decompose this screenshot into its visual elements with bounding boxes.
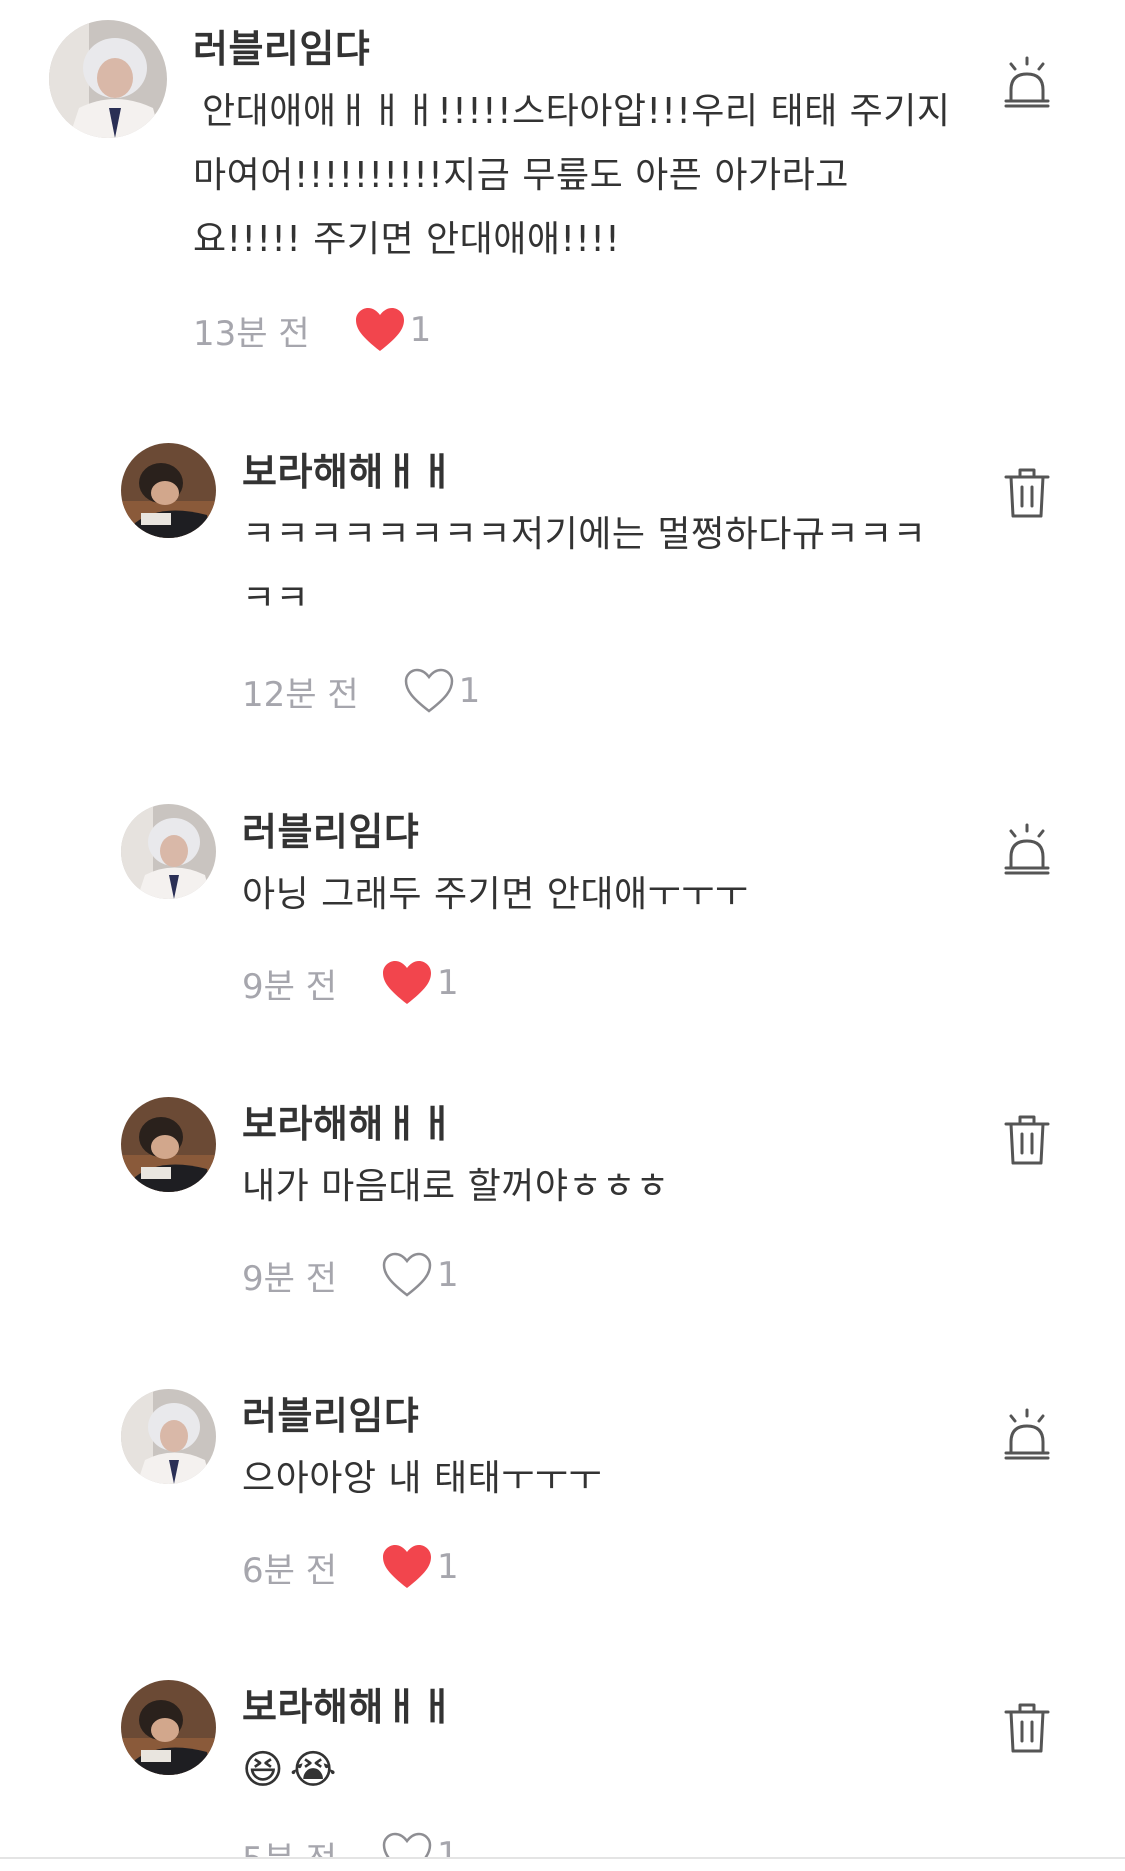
comment-time: 5분 전 — [242, 1832, 337, 1857]
comment-time: 13분 전 — [193, 313, 310, 354]
comment-meta: 9분 전 1 — [242, 1250, 459, 1300]
comment-text: 내가 마음대로 할꺼야ㅎㅎㅎ — [242, 1166, 670, 1207]
avatar[interactable] — [121, 1389, 216, 1484]
heart-outline-icon — [382, 1832, 432, 1857]
comment-author[interactable]: 보라해해ㅐㅐ — [242, 441, 455, 496]
heart-filled-icon — [383, 961, 431, 1004]
avatar[interactable] — [121, 804, 216, 899]
comment-author[interactable]: 러블리임댜 — [242, 801, 419, 856]
comment-author[interactable]: 보라해해ㅐㅐ — [242, 1676, 455, 1731]
heart-outline-icon — [404, 668, 453, 713]
report-siren-icon[interactable] — [1003, 1408, 1051, 1460]
comment-meta: 13분 전 1 — [193, 305, 431, 355]
heart-outline-icon — [382, 1252, 432, 1297]
comment-time: 9분 전 — [242, 966, 337, 1007]
like-button[interactable]: 1 — [354, 307, 432, 353]
comment-author[interactable]: 보라해해ㅐㅐ — [242, 1093, 455, 1148]
comment-meta: 6분 전 1 — [242, 1542, 459, 1592]
delete-trash-icon[interactable] — [1003, 467, 1051, 519]
avatar[interactable] — [121, 1680, 216, 1775]
like-button[interactable]: 1 — [381, 1544, 459, 1590]
comment-time: 12분 전 — [242, 674, 359, 715]
comment-author[interactable]: 러블리임댜 — [242, 1385, 419, 1440]
like-count: 1 — [437, 1547, 459, 1587]
comment-text: ㅋㅋㅋㅋㅋㅋㅋㅋ저기에는 멀쩡하다규ㅋㅋㅋㅋㅋ — [242, 514, 927, 619]
heart-filled-icon — [355, 308, 404, 351]
comment-meta: 9분 전 1 — [242, 958, 459, 1008]
comment-text: 으아아앙 내 태태ㅜㅜㅜ — [242, 1458, 603, 1499]
comment-list: 러블리임댜 안대애애ㅐㅐㅐ!!!!!스타아압!!!우리 태태 주기지 마여어!!… — [0, 0, 1125, 1871]
like-button[interactable]: 1 — [381, 1252, 459, 1298]
avatar[interactable] — [121, 1097, 216, 1192]
comment-meta: 5분 전 1 — [242, 1832, 459, 1857]
delete-trash-icon[interactable] — [1003, 1114, 1051, 1166]
bottom-divider — [0, 1857, 1125, 1859]
like-button[interactable]: 1 — [381, 1832, 459, 1857]
comment-text: 안대애애ㅐㅐㅐ!!!!!스타아압!!!우리 태태 주기지 마여어!!!!!!!!… — [193, 91, 951, 260]
like-count: 1 — [437, 1835, 459, 1857]
avatar[interactable] — [121, 443, 216, 538]
comment-meta: 12분 전 1 — [242, 666, 480, 716]
comment-time: 6분 전 — [242, 1550, 337, 1591]
like-count: 1 — [437, 963, 459, 1003]
like-count: 1 — [437, 1255, 459, 1295]
comment-text: 아닝 그래두 주기면 안대애ㅜㅜㅜ — [242, 874, 749, 915]
like-count: 1 — [409, 310, 432, 350]
heart-filled-icon — [383, 1545, 431, 1588]
comment-time: 9분 전 — [242, 1258, 337, 1299]
comment-text: 😆😭 — [242, 1747, 343, 1793]
report-siren-icon[interactable] — [1003, 56, 1051, 108]
avatar[interactable] — [49, 20, 167, 138]
like-count: 1 — [458, 671, 481, 711]
comment-author[interactable]: 러블리임댜 — [193, 18, 370, 73]
like-button[interactable]: 1 — [403, 668, 481, 714]
like-button[interactable]: 1 — [381, 960, 459, 1006]
report-siren-icon[interactable] — [1003, 823, 1051, 875]
delete-trash-icon[interactable] — [1003, 1702, 1051, 1754]
